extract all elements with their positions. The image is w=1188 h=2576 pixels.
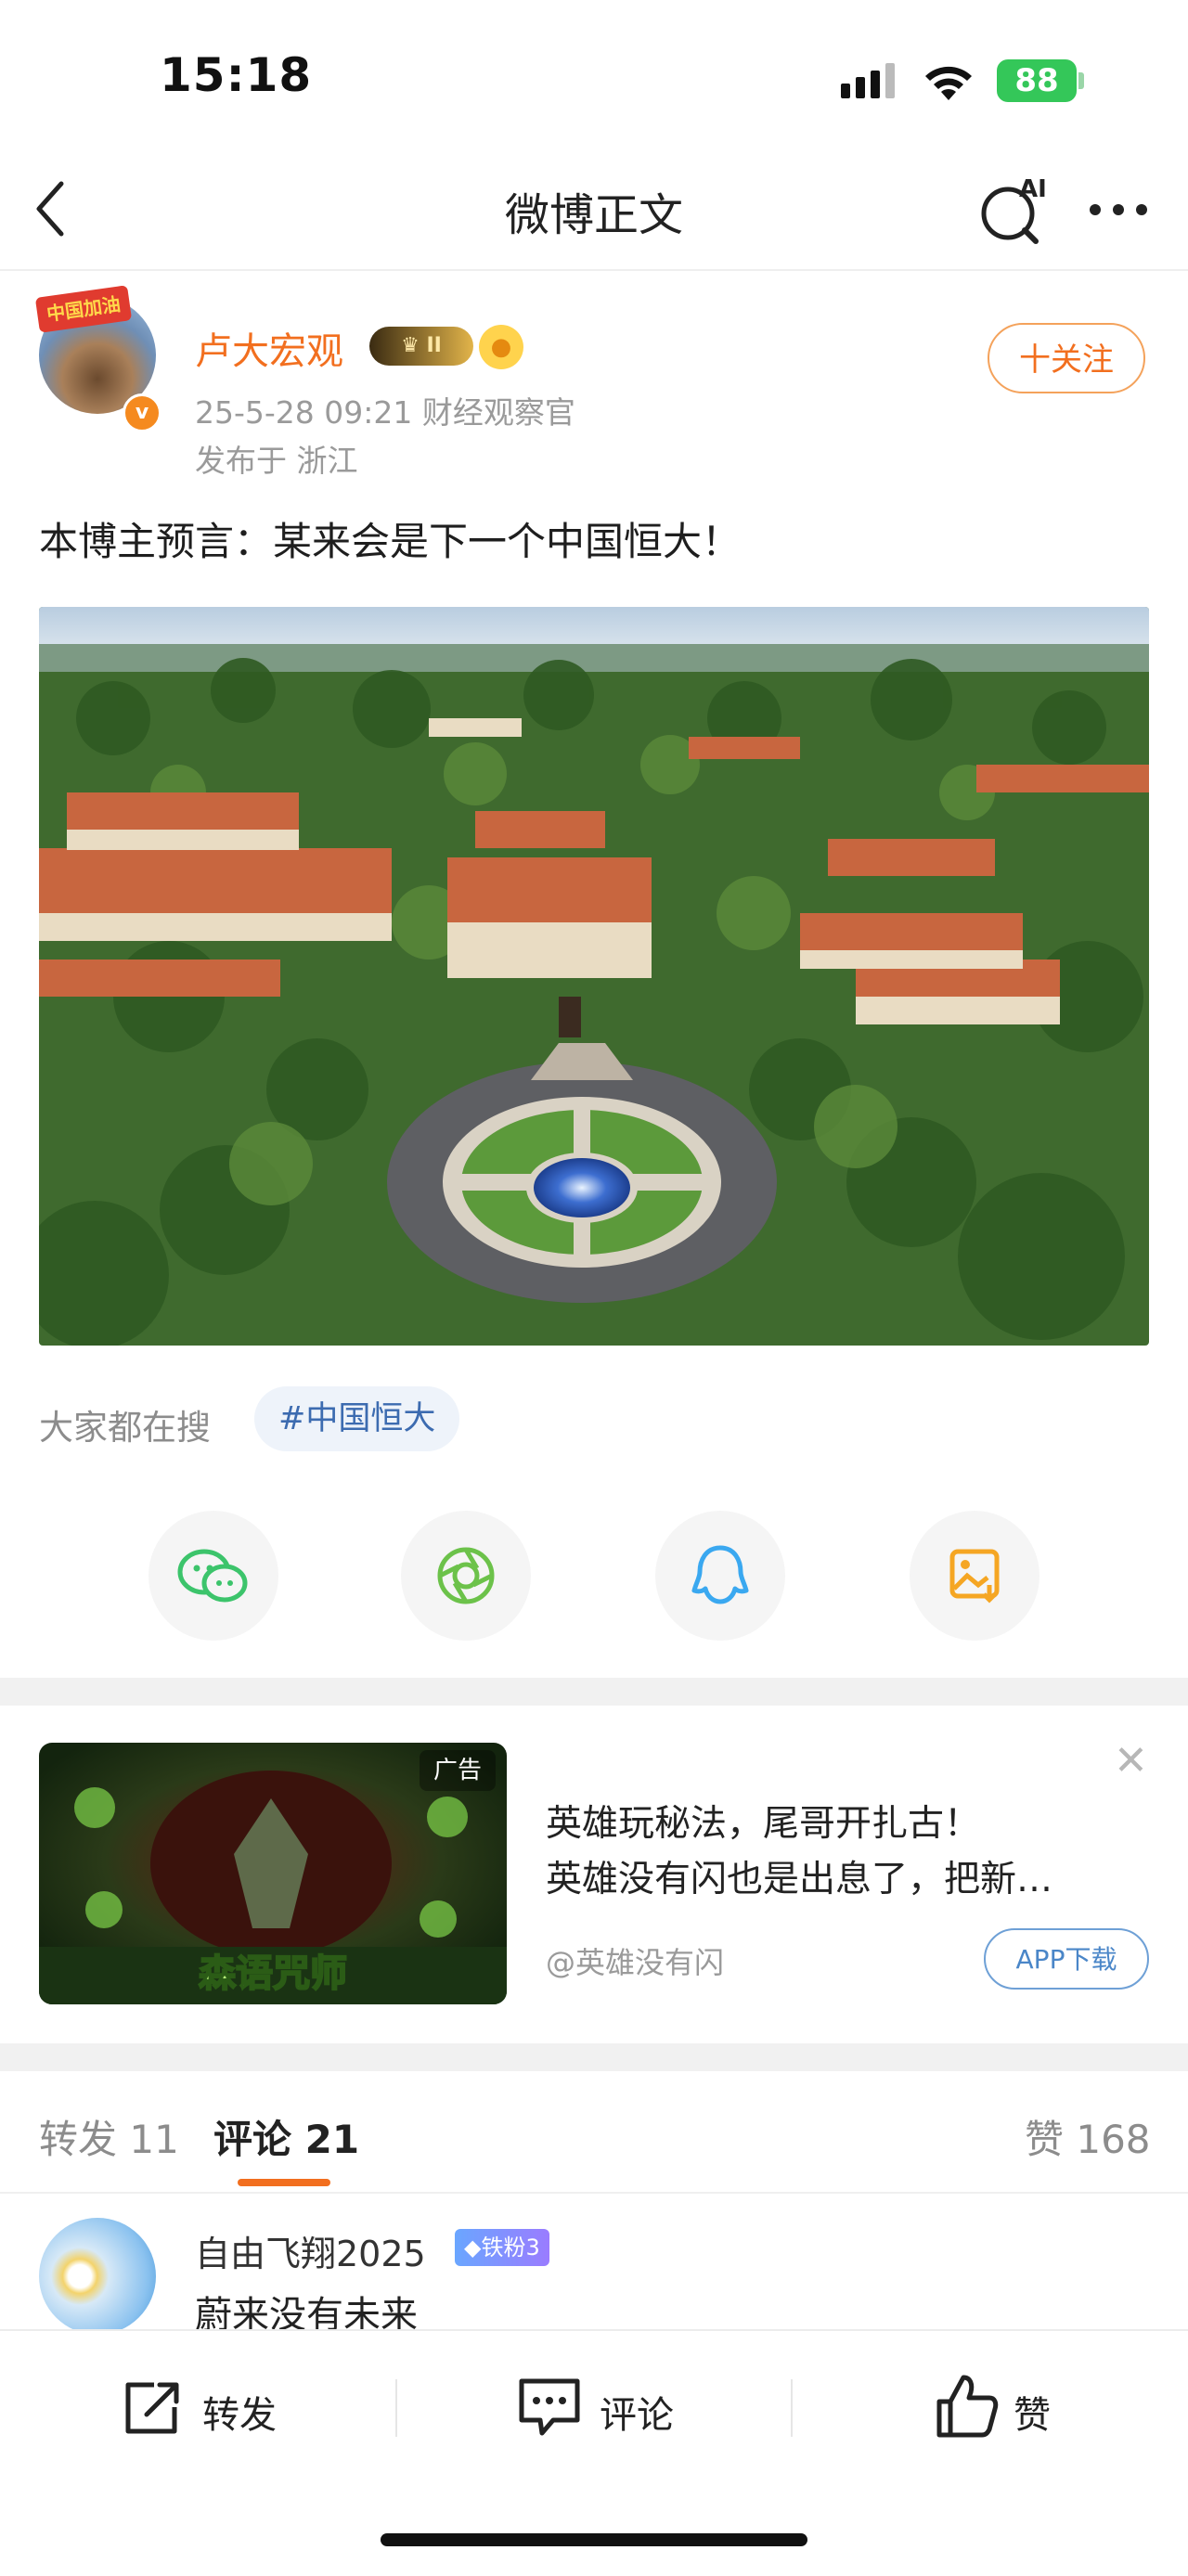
home-indicator[interactable] [381, 2533, 807, 2546]
like-button[interactable]: 赞 [1014, 2385, 1051, 2439]
post-location: 发布于 浙江 [195, 443, 358, 479]
author-name[interactable]: 卢大宏观 [195, 321, 343, 375]
post-meta: 25-5-28 09:21 财经观察官 [195, 394, 575, 431]
fish-badge-icon[interactable]: ● [479, 325, 523, 369]
save-image-icon [949, 1549, 1000, 1604]
ad-title-line1[interactable]: 英雄玩秘法，尾哥开扎古！ [546, 1795, 1130, 1847]
repost-icon[interactable] [121, 2377, 186, 2439]
tab-repost[interactable]: 转发 11 [39, 2108, 179, 2165]
ad-title-line2[interactable]: 英雄没有闪也是出息了，把新… [546, 1850, 1130, 1902]
battery-indicator: 88 [997, 59, 1077, 102]
follow-button[interactable]: 十关注 [988, 323, 1145, 393]
ai-search-icon[interactable]: AI [978, 173, 1052, 247]
hashtag-link[interactable]: #中国恒大 [254, 1386, 460, 1451]
status-time: 15:18 [160, 48, 313, 102]
moments-icon [437, 1547, 495, 1604]
ad-tag: 广告 [420, 1750, 496, 1791]
post-image[interactable] [39, 607, 1149, 1346]
commenter-avatar[interactable] [39, 2218, 156, 2335]
member-crown-badge[interactable]: ♛ II [369, 327, 473, 366]
save-image-button[interactable] [910, 1511, 1040, 1641]
share-moments-button[interactable] [401, 1511, 531, 1641]
repost-button[interactable]: 转发 [202, 2385, 277, 2439]
like-icon[interactable] [934, 2372, 1001, 2441]
commenter-name[interactable]: 自由飞翔2025 [195, 2225, 426, 2276]
badge-level: II [426, 334, 442, 357]
wifi-icon [925, 66, 972, 100]
share-qq-button[interactable] [655, 1511, 785, 1641]
ad-image-caption: 森语咒师 [199, 1952, 347, 1995]
tabs-divider [0, 2192, 1188, 2194]
verified-badge-icon: v [123, 393, 161, 432]
section-separator [0, 1678, 1188, 1706]
signal-icon [841, 63, 895, 98]
more-icon[interactable] [1086, 199, 1151, 221]
battery-nub [1078, 72, 1084, 89]
share-wechat-button[interactable] [148, 1511, 278, 1641]
bar-separator [395, 2379, 397, 2437]
comment-icon[interactable] [516, 2376, 583, 2441]
active-tab-indicator [238, 2179, 330, 2186]
fan-badge[interactable]: ◆铁粉3 [455, 2229, 549, 2266]
nav-divider [0, 269, 1188, 271]
qq-icon [691, 1545, 749, 1604]
tab-likes[interactable]: 赞 168 [1025, 2108, 1151, 2165]
trending-search-label: 大家都在搜 [39, 1408, 211, 1448]
app-download-button[interactable]: APP下载 [984, 1928, 1149, 1990]
tab-comment[interactable]: 评论 21 [213, 2108, 359, 2165]
bar-separator [791, 2379, 793, 2437]
campus-aerial-illustration [39, 607, 1149, 1346]
ad-source[interactable]: @英雄没有闪 [546, 1939, 724, 1982]
close-icon[interactable]: ✕ [1114, 1737, 1148, 1784]
svg-text:AI: AI [1019, 175, 1047, 203]
section-separator [0, 2043, 1188, 2071]
post-text: 本博主预言：某来会是下一个中国恒大！ [39, 519, 742, 564]
wechat-icon [177, 1549, 248, 1603]
comment-button[interactable]: 评论 [600, 2385, 674, 2439]
